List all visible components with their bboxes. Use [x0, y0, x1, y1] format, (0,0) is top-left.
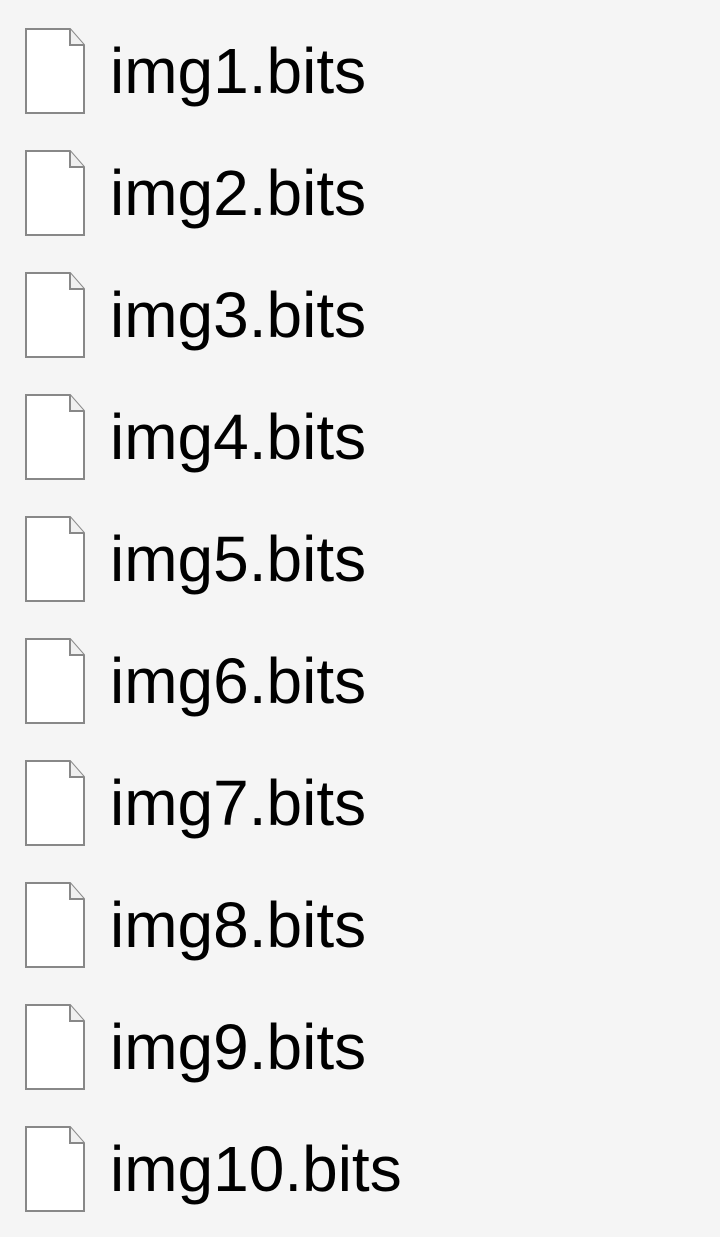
file-name: img9.bits [110, 1015, 366, 1079]
file-item[interactable]: img9.bits [8, 988, 712, 1106]
file-name: img10.bits [110, 1137, 402, 1201]
file-item[interactable]: img8.bits [8, 866, 712, 984]
file-icon [22, 27, 88, 115]
file-icon [22, 759, 88, 847]
file-icon [22, 393, 88, 481]
file-name: img3.bits [110, 283, 366, 347]
file-name: img7.bits [110, 771, 366, 835]
file-icon [22, 149, 88, 237]
file-item[interactable]: img2.bits [8, 134, 712, 252]
file-name: img2.bits [110, 161, 366, 225]
file-icon [22, 637, 88, 725]
file-icon [22, 1003, 88, 1091]
file-item[interactable]: img7.bits [8, 744, 712, 862]
file-icon [22, 271, 88, 359]
file-name: img1.bits [110, 39, 366, 103]
file-list: img1.bits img2.bits img3.bits img4.bits … [8, 12, 712, 1228]
file-item[interactable]: img1.bits [8, 12, 712, 130]
file-name: img6.bits [110, 649, 366, 713]
file-icon [22, 881, 88, 969]
file-icon [22, 515, 88, 603]
file-item[interactable]: img6.bits [8, 622, 712, 740]
file-item[interactable]: img10.bits [8, 1110, 712, 1228]
file-name: img8.bits [110, 893, 366, 957]
file-item[interactable]: img5.bits [8, 500, 712, 618]
file-name: img4.bits [110, 405, 366, 469]
file-icon [22, 1125, 88, 1213]
file-name: img5.bits [110, 527, 366, 591]
file-item[interactable]: img3.bits [8, 256, 712, 374]
file-item[interactable]: img4.bits [8, 378, 712, 496]
